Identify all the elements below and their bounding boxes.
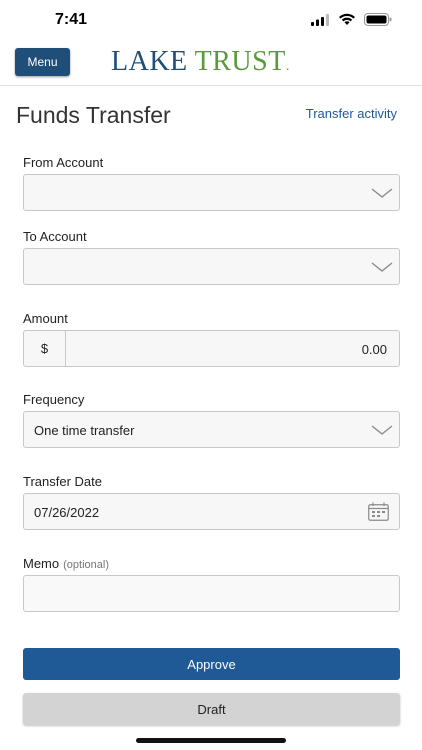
logo-trust-text: TRUST (194, 46, 286, 77)
amount-field[interactable]: $ 0.00 (23, 330, 400, 367)
transfer-date-label: Transfer Date (23, 474, 102, 489)
status-icons (311, 13, 392, 26)
frequency-select[interactable]: One time transfer (23, 411, 400, 448)
memo-label: Memo (optional) (23, 556, 109, 571)
lake-trust-logo: LAKE TRUST. (111, 46, 290, 78)
transfer-date-field[interactable]: 07/26/2022 (23, 493, 400, 530)
draft-button[interactable]: Draft (23, 693, 400, 725)
chevron-down-icon (365, 412, 399, 447)
memo-label-text: Memo (23, 556, 60, 571)
calendar-icon[interactable] (368, 502, 389, 526)
battery-icon (364, 13, 392, 26)
logo-lake-text: LAKE (111, 46, 188, 77)
to-account-label: To Account (23, 229, 87, 244)
logo-mark: . (285, 59, 290, 74)
chevron-down-icon (365, 175, 399, 210)
approve-button[interactable]: Approve (23, 648, 400, 680)
chevron-down-icon (365, 249, 399, 284)
from-account-label: From Account (23, 155, 104, 170)
transfer-date-value: 07/26/2022 (34, 505, 100, 520)
memo-optional-hint: (optional) (63, 559, 109, 571)
memo-input[interactable] (23, 575, 400, 612)
to-account-select[interactable] (23, 248, 400, 285)
frequency-label: Frequency (23, 392, 85, 407)
menu-button[interactable]: Menu (15, 48, 70, 76)
home-indicator (136, 738, 286, 743)
frequency-value: One time transfer (34, 423, 135, 438)
page-title: Funds Transfer (16, 102, 171, 128)
from-account-select[interactable] (23, 174, 400, 211)
wifi-icon (339, 13, 355, 25)
app-header: Menu LAKE TRUST. (0, 40, 422, 86)
amount-label: Amount (23, 311, 68, 326)
status-bar: 7:41 (0, 0, 422, 40)
currency-prefix: $ (24, 331, 66, 366)
status-time: 7:41 (55, 11, 88, 28)
amount-input[interactable]: 0.00 (362, 342, 387, 357)
signal-icon (311, 13, 329, 26)
transfer-activity-link[interactable]: Transfer activity (306, 106, 397, 121)
